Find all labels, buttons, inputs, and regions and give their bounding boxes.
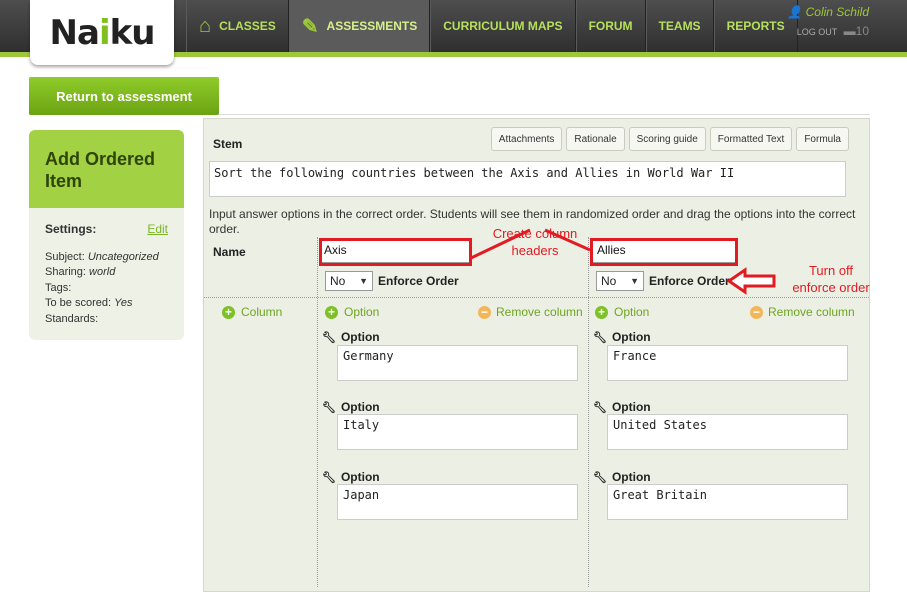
annotation-arrows (470, 228, 776, 295)
annotation-connector-line (544, 228, 591, 252)
annotation-connector-line (470, 228, 531, 260)
left-arrow-icon (726, 267, 776, 295)
